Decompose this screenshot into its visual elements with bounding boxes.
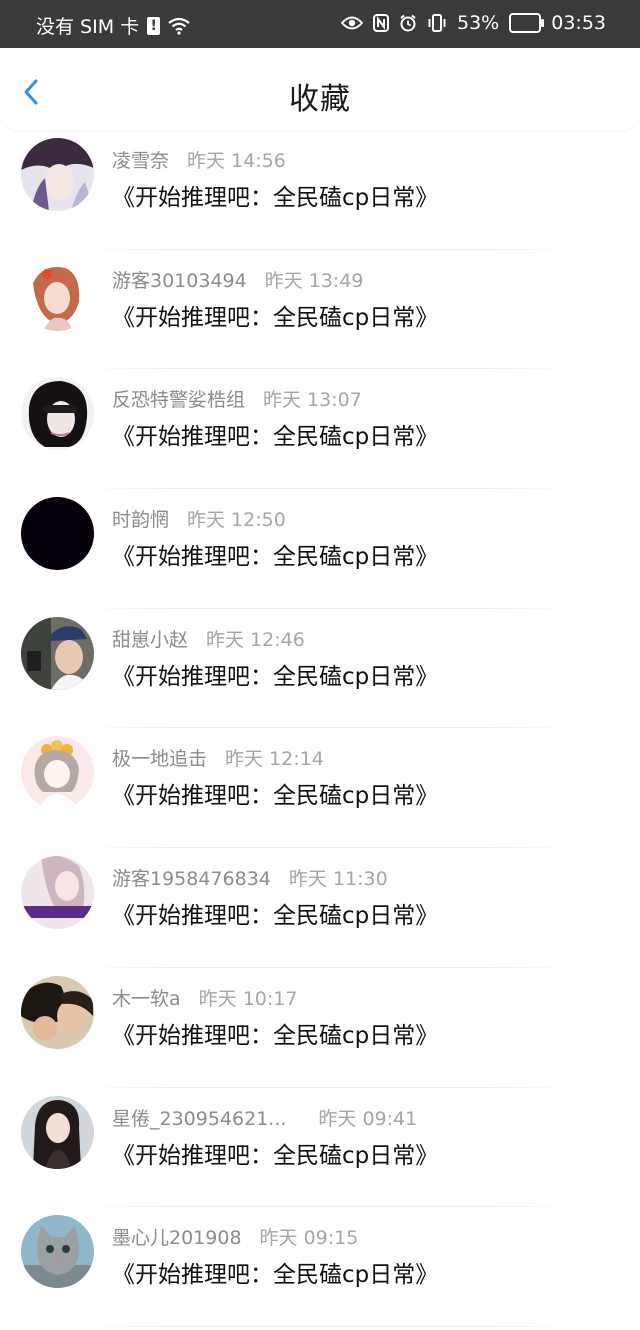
status-bar: 没有 SIM 卡 ! 53% 03:53 [0,0,640,48]
favorites-list: 凌雪奈 昨天 14:56 《开始推理吧：全民磕cp日常》 游客30103494 昨天… [0,130,640,1327]
username[interactable]: 极一地追击 [112,748,207,770]
item-title[interactable]: 《开始推理吧：全民磕cp日常》 [112,537,438,571]
item-title[interactable]: 《开始推理吧：全民磕cp日常》 [112,1136,438,1170]
username[interactable]: 木一软a [112,988,181,1010]
timestamp: 昨天 13:49 [264,269,364,292]
carrier-text: 没有 SIM 卡 [36,16,140,38]
item-title[interactable]: 《开始推理吧：全民磕cp日常》 [112,1255,438,1289]
status-right: 53% 03:53 [341,12,606,34]
list-item[interactable]: 游客1958476834 昨天 11:30 《开始推理吧：全民磕cp日常》 [0,848,640,968]
username[interactable]: 反恐特警娑梏组 [112,389,245,411]
item-title[interactable]: 《开始推理吧：全民磕cp日常》 [112,178,438,212]
username[interactable]: 游客1958476834 [112,868,271,890]
avatar[interactable] [21,377,94,451]
timestamp: 昨天 09:15 [259,1227,359,1250]
avatar[interactable] [21,975,94,1049]
item-meta: 凌雪奈 昨天 14:56 [112,146,286,173]
username[interactable]: 游客30103494 [112,270,247,292]
nfc-icon [373,14,389,32]
username[interactable]: 墨心儿201908 [112,1227,242,1249]
item-meta: 游客1958476834 昨天 11:30 [112,864,388,891]
battery-percent: 53% [457,12,500,34]
avatar[interactable] [21,736,94,810]
list-item[interactable]: 凌雪奈 昨天 14:56 《开始推理吧：全民磕cp日常》 [0,130,640,250]
eye-icon [341,15,363,31]
avatar[interactable] [21,1095,94,1169]
timestamp: 昨天 14:56 [187,150,286,172]
item-meta: 极一地追击 昨天 12:14 [112,744,324,771]
divider [80,1325,580,1327]
page-title: 收藏 [289,82,351,117]
username[interactable]: 甜崽小赵 [112,629,188,651]
timestamp: 昨天 13:07 [263,389,362,412]
list-item[interactable]: 甜崽小赵 昨天 12:46 《开始推理吧：全民磕cp日常》 [0,609,640,729]
item-meta: 甜崽小赵 昨天 12:46 [112,625,305,652]
item-title[interactable]: 《开始推理吧：全民磕cp日常》 [112,298,438,332]
item-meta: 墨心儿201908 昨天 09:15 [112,1223,358,1250]
sim-alert-icon: ! [147,16,161,35]
alarm-icon [399,14,417,32]
avatar[interactable] [21,257,94,331]
battery-icon [509,13,545,33]
avatar[interactable] [21,616,94,690]
timestamp: 昨天 09:41 [318,1107,418,1130]
item-title[interactable]: 《开始推理吧：全民磕cp日常》 [112,1016,438,1050]
timestamp: 昨天 10:17 [198,987,298,1010]
timestamp: 昨天 11:30 [288,868,388,891]
item-title[interactable]: 《开始推理吧：全民磕cp日常》 [112,896,438,930]
timestamp: 昨天 12:14 [225,748,324,771]
item-meta: 木一软a 昨天 10:17 [112,984,297,1011]
vibrate-icon [427,14,447,32]
item-meta: 反恐特警娑梏组 昨天 13:07 [112,385,362,412]
list-item[interactable]: 极一地追击 昨天 12:14 《开始推理吧：全民磕cp日常》 [0,728,640,849]
list-item[interactable]: 时韵惘 昨天 12:50 《开始推理吧：全民磕cp日常》 [0,489,640,609]
list-item[interactable]: 反恐特警娑梏组 昨天 13:07 《开始推理吧：全民磕cp日常》 [0,369,640,490]
avatar[interactable] [21,856,94,930]
status-left: 没有 SIM 卡 ! [36,12,190,39]
wifi-icon [168,17,190,35]
username[interactable]: 时韵惘 [112,509,169,531]
list-item[interactable]: 星倦_230954621... 昨天 09:41 《开始推理吧：全民磕cp日常》 [0,1088,640,1208]
clock-text: 03:53 [551,12,606,34]
item-title[interactable]: 《开始推理吧：全民磕cp日常》 [112,776,438,810]
item-meta: 游客30103494 昨天 13:49 [112,266,364,293]
page-header: 收藏 [0,48,640,130]
timestamp: 昨天 12:50 [187,509,286,532]
item-title[interactable]: 《开始推理吧：全民磕cp日常》 [112,657,438,691]
item-meta: 时韵惘 昨天 12:50 [112,505,286,532]
avatar[interactable] [21,138,94,211]
item-title[interactable]: 《开始推理吧：全民磕cp日常》 [112,417,438,451]
avatar[interactable] [21,1215,94,1289]
username[interactable]: 星倦_230954621... [112,1108,286,1130]
list-item[interactable]: 墨心儿201908 昨天 09:15 《开始推理吧：全民磕cp日常》 [0,1207,640,1327]
username[interactable]: 凌雪奈 [112,150,169,172]
list-item[interactable]: 游客30103494 昨天 13:49 《开始推理吧：全民磕cp日常》 [0,250,640,370]
item-meta: 星倦_230954621... 昨天 09:41 [112,1104,417,1131]
list-item[interactable]: 木一软a 昨天 10:17 《开始推理吧：全民磕cp日常》 [0,968,640,1088]
timestamp: 昨天 12:46 [206,628,305,651]
avatar[interactable] [21,497,94,571]
